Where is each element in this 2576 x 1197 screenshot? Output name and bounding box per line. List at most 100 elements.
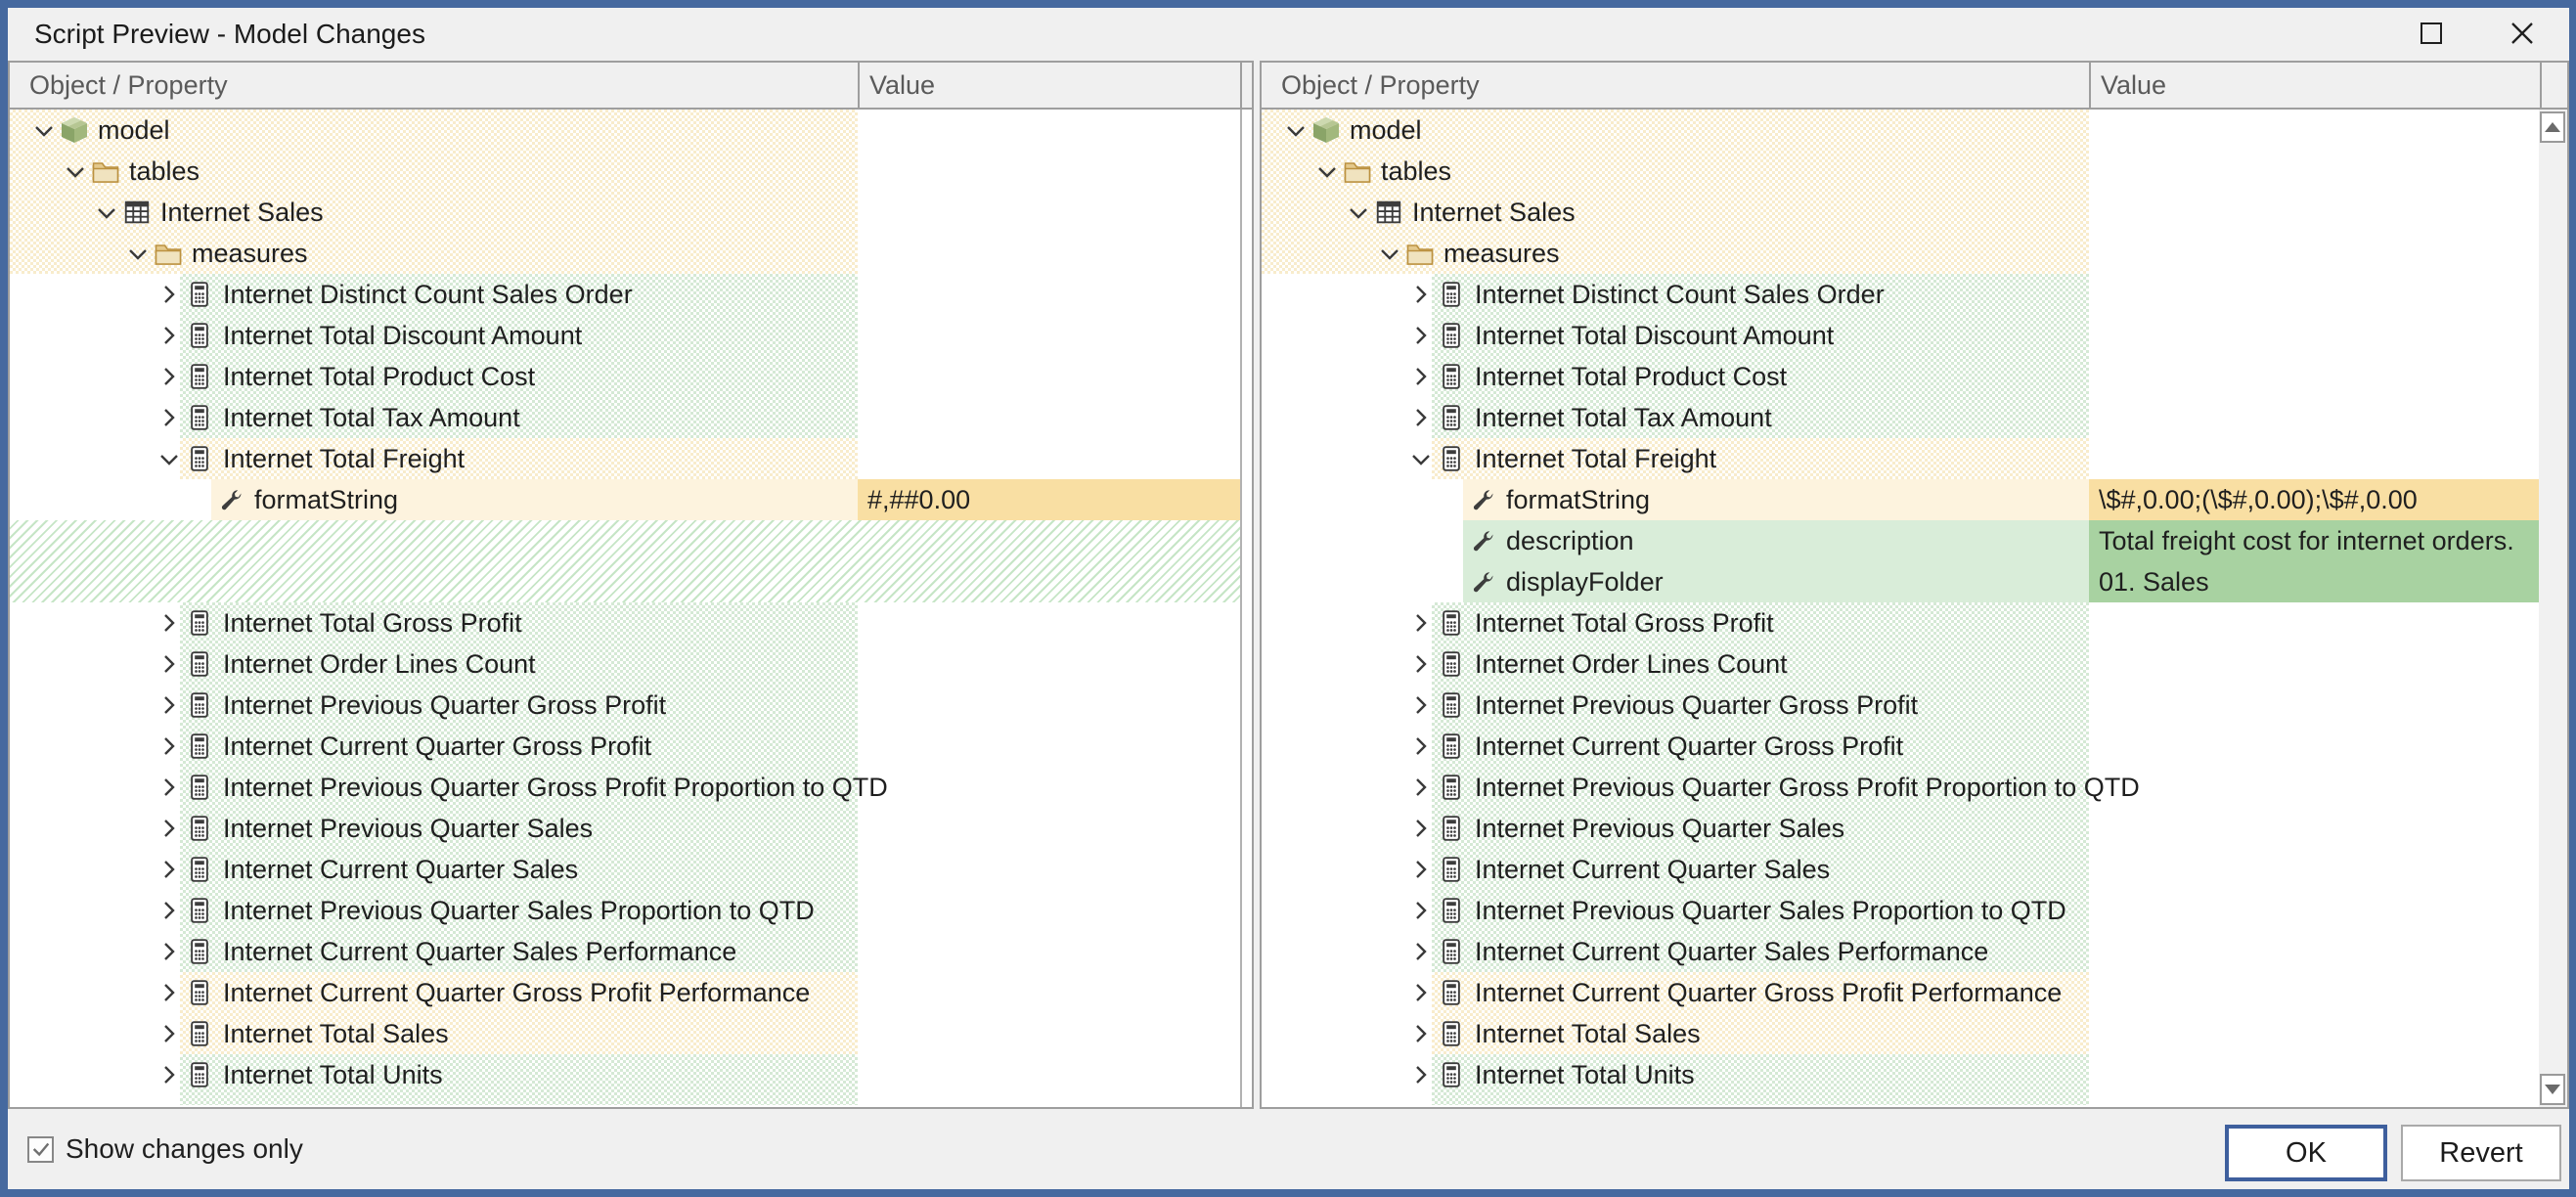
tree-row[interactable]: Internet Total Tax Amount bbox=[10, 397, 1240, 438]
tree-row[interactable]: Internet Current Quarter Gross Profit bbox=[10, 726, 1240, 767]
chevron-collapsed-icon[interactable] bbox=[155, 363, 184, 390]
tree-row[interactable]: Internet Distinct Count Sales Order bbox=[10, 274, 1240, 315]
tree-row[interactable]: Internet Previous Quarter Gross Profit bbox=[1262, 685, 2540, 726]
chevron-expanded-icon[interactable] bbox=[29, 116, 59, 144]
chevron-collapsed-icon[interactable] bbox=[155, 897, 184, 924]
tree-row[interactable]: model bbox=[10, 110, 1240, 151]
chevron-collapsed-icon[interactable] bbox=[155, 856, 184, 883]
tree-row[interactable]: Internet Total Product Cost bbox=[1262, 356, 2540, 397]
chevron-collapsed-icon[interactable] bbox=[1406, 1020, 1436, 1047]
chevron-collapsed-icon[interactable] bbox=[155, 774, 184, 801]
chevron-expanded-icon[interactable] bbox=[92, 199, 121, 226]
value-column-header[interactable]: Value bbox=[869, 63, 935, 108]
object-property-column-header[interactable]: Object / Property bbox=[29, 63, 228, 108]
chevron-collapsed-icon[interactable] bbox=[155, 979, 184, 1006]
tree-row[interactable]: Internet Previous Quarter Sales bbox=[1262, 808, 2540, 849]
tree-row[interactable]: Internet Current Quarter Sales Performan… bbox=[1262, 931, 2540, 972]
tree-row[interactable]: Internet Order Lines Count bbox=[1262, 643, 2540, 685]
chevron-collapsed-icon[interactable] bbox=[1406, 856, 1436, 883]
tree-row[interactable]: formatString\$#,0.00;(\$#,0.00);\$#,0.00 bbox=[1262, 479, 2540, 520]
tree-row[interactable]: model bbox=[1262, 110, 2540, 151]
tree-row[interactable]: Internet Current Quarter Sales bbox=[10, 849, 1240, 890]
chevron-collapsed-icon[interactable] bbox=[155, 650, 184, 678]
column-divider[interactable] bbox=[858, 63, 860, 108]
chevron-expanded-icon[interactable] bbox=[155, 445, 184, 472]
tree-row[interactable]: Internet Total Freight bbox=[1262, 438, 2540, 479]
tree-row[interactable]: Internet Current Quarter Gross Profit bbox=[1262, 726, 2540, 767]
tree-row[interactable]: Internet Total Gross Profit bbox=[10, 602, 1240, 643]
chevron-collapsed-icon[interactable] bbox=[1406, 1061, 1436, 1088]
tree-row[interactable]: Internet Total Discount Amount bbox=[10, 315, 1240, 356]
chevron-expanded-icon[interactable] bbox=[61, 157, 90, 185]
chevron-collapsed-icon[interactable] bbox=[1406, 650, 1436, 678]
chevron-collapsed-icon[interactable] bbox=[1406, 732, 1436, 760]
tree-row[interactable]: Internet Previous Quarter Sales Proporti… bbox=[1262, 890, 2540, 931]
chevron-collapsed-icon[interactable] bbox=[1406, 774, 1436, 801]
tree-row[interactable]: Internet Total Product Cost bbox=[10, 356, 1240, 397]
tree-row[interactable]: Internet Order Lines Count bbox=[10, 643, 1240, 685]
maximize-button[interactable] bbox=[2409, 10, 2454, 57]
tree-row[interactable]: measures bbox=[10, 233, 1240, 274]
chevron-collapsed-icon[interactable] bbox=[1406, 938, 1436, 965]
chevron-collapsed-icon[interactable] bbox=[155, 938, 184, 965]
tree-row[interactable]: Internet Sales bbox=[1262, 192, 2540, 233]
chevron-expanded-icon[interactable] bbox=[1375, 240, 1404, 267]
tree-row[interactable]: Internet Total Units bbox=[10, 1054, 1240, 1095]
chevron-collapsed-icon[interactable] bbox=[1406, 363, 1436, 390]
chevron-expanded-icon[interactable] bbox=[1312, 157, 1342, 185]
tree-row[interactable]: displayFolder01. Sales bbox=[1262, 561, 2540, 602]
chevron-collapsed-icon[interactable] bbox=[1406, 609, 1436, 637]
tree-row[interactable]: Internet Current Quarter Sales bbox=[1262, 849, 2540, 890]
tree-row[interactable]: Internet Total Discount Amount bbox=[1262, 315, 2540, 356]
tree-row[interactable]: tables bbox=[1262, 151, 2540, 192]
column-divider[interactable] bbox=[2089, 63, 2091, 108]
tree-row[interactable]: Internet Distinct Count Sales Order bbox=[1262, 274, 2540, 315]
tree-row[interactable]: Internet Previous Quarter Gross Profit P… bbox=[1262, 767, 2540, 808]
chevron-expanded-icon[interactable] bbox=[1344, 199, 1373, 226]
tree-row[interactable]: Internet Previous Quarter Sales bbox=[10, 808, 1240, 849]
tree-row[interactable]: descriptionTotal freight cost for intern… bbox=[1262, 520, 2540, 561]
chevron-collapsed-icon[interactable] bbox=[1406, 322, 1436, 349]
tree-row[interactable]: Internet Total Sales bbox=[1262, 1013, 2540, 1054]
revert-button[interactable]: Revert bbox=[2401, 1125, 2561, 1181]
tree-row[interactable]: tables bbox=[10, 151, 1240, 192]
tree-row[interactable]: Internet Previous Quarter Gross Profit P… bbox=[10, 767, 1240, 808]
tree-row[interactable]: measures bbox=[1262, 233, 2540, 274]
tree-row[interactable]: Internet Current Quarter Gross Profit Pe… bbox=[10, 972, 1240, 1013]
chevron-collapsed-icon[interactable] bbox=[1406, 404, 1436, 431]
chevron-collapsed-icon[interactable] bbox=[155, 322, 184, 349]
column-divider[interactable] bbox=[2540, 63, 2542, 108]
tree-row[interactable]: Internet Total Tax Amount bbox=[1262, 397, 2540, 438]
close-button[interactable] bbox=[2500, 10, 2545, 57]
chevron-collapsed-icon[interactable] bbox=[155, 1020, 184, 1047]
value-column-header[interactable]: Value bbox=[2101, 63, 2166, 108]
chevron-collapsed-icon[interactable] bbox=[155, 404, 184, 431]
ok-button[interactable]: OK bbox=[2225, 1125, 2387, 1181]
chevron-collapsed-icon[interactable] bbox=[155, 815, 184, 842]
tree-row[interactable]: Internet Previous Quarter Sales Proporti… bbox=[10, 890, 1240, 931]
tree-row[interactable]: Internet Total Units bbox=[1262, 1054, 2540, 1095]
tree-row[interactable]: Internet Current Quarter Gross Profit Pe… bbox=[1262, 972, 2540, 1013]
chevron-collapsed-icon[interactable] bbox=[155, 1061, 184, 1088]
chevron-collapsed-icon[interactable] bbox=[1406, 281, 1436, 308]
column-divider[interactable] bbox=[1240, 63, 1242, 108]
vertical-scrollbar[interactable] bbox=[2539, 110, 2567, 1107]
show-changes-only-checkbox[interactable] bbox=[27, 1136, 54, 1163]
tree-row[interactable]: Internet Total Sales bbox=[10, 1013, 1240, 1054]
object-property-column-header[interactable]: Object / Property bbox=[1281, 63, 1480, 108]
chevron-expanded-icon[interactable] bbox=[123, 240, 153, 267]
tree-row[interactable]: formatString#,##0.00 bbox=[10, 479, 1240, 520]
chevron-collapsed-icon[interactable] bbox=[1406, 691, 1436, 719]
scroll-down-button[interactable] bbox=[2540, 1074, 2565, 1105]
chevron-collapsed-icon[interactable] bbox=[155, 732, 184, 760]
chevron-collapsed-icon[interactable] bbox=[1406, 815, 1436, 842]
tree-row[interactable]: Internet Total Freight bbox=[10, 438, 1240, 479]
chevron-collapsed-icon[interactable] bbox=[155, 609, 184, 637]
chevron-collapsed-icon[interactable] bbox=[1406, 979, 1436, 1006]
chevron-collapsed-icon[interactable] bbox=[155, 691, 184, 719]
tree-row[interactable]: Internet Total Gross Profit bbox=[1262, 602, 2540, 643]
chevron-expanded-icon[interactable] bbox=[1406, 445, 1436, 472]
tree-row[interactable]: Internet Sales bbox=[10, 192, 1240, 233]
tree-row[interactable]: Internet Previous Quarter Gross Profit bbox=[10, 685, 1240, 726]
chevron-collapsed-icon[interactable] bbox=[155, 281, 184, 308]
